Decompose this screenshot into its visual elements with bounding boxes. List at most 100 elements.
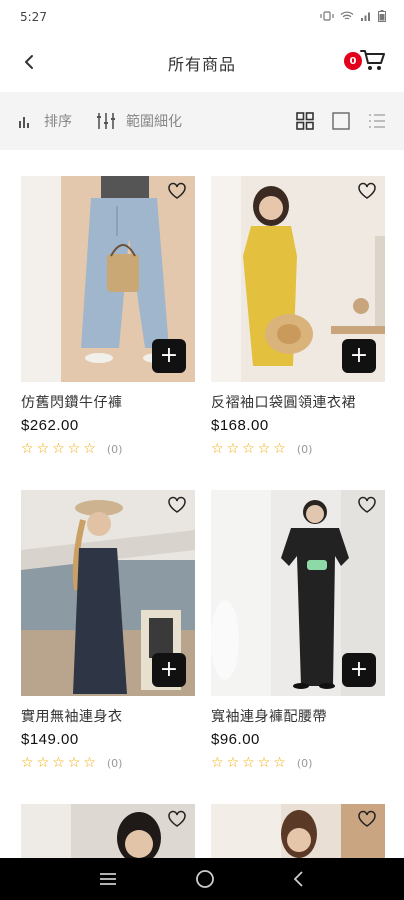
favorite-button[interactable] [167,496,189,518]
add-to-cart-button[interactable]: + [342,653,376,687]
heart-icon [358,810,376,827]
circle-icon [196,870,214,888]
product-card[interactable]: + 反褶袖口袋圓領連衣裙 $168.00 ☆ ☆ ☆ ☆ ☆ (0) [211,176,385,456]
product-price: $149.00 [21,731,79,748]
system-nav-bar [0,858,404,900]
plus-icon: + [159,343,179,368]
review-count: (0) [106,442,123,456]
recent-apps-button[interactable] [98,871,118,887]
product-image[interactable] [211,804,385,860]
product-image[interactable]: + [21,490,195,696]
app-header: 所有商品 0 [0,34,404,92]
add-to-cart-button[interactable]: + [152,339,186,373]
product-name[interactable]: 寬袖連身褲配腰帶 [211,706,385,726]
sort-label: 排序 [44,114,72,130]
heart-icon [168,496,186,513]
favorite-button[interactable] [357,182,379,204]
square-icon [332,112,350,130]
product-card[interactable] [21,804,195,860]
star-icon: ☆ [242,755,255,771]
plus-icon: + [159,657,179,682]
chevron-left-icon [25,55,33,69]
status-bar: 5:27 [0,0,404,34]
add-to-cart-button[interactable]: + [152,653,186,687]
star-icon: ☆ [273,755,286,771]
product-card[interactable]: + 寬袖連身褲配腰帶 $96.00 ☆ ☆ ☆ ☆ ☆ (0) [211,490,385,770]
favorite-button[interactable] [357,810,379,832]
product-image[interactable] [21,804,195,860]
star-icon: ☆ [211,755,224,771]
review-count: (0) [296,442,313,456]
menu-icon [100,873,117,885]
star-icon: ☆ [36,755,50,771]
star-icon: ☆ [257,441,271,457]
star-icon: ☆ [21,441,34,457]
favorite-button[interactable] [357,496,379,518]
product-card[interactable]: + 實用無袖連身衣 $149.00 ☆ ☆ ☆ ☆ ☆ (0) [21,490,195,770]
grid-icon [296,112,314,130]
star-icon: ☆ [83,441,96,457]
bar-chart-icon [18,113,34,129]
chevron-left-icon [293,871,303,887]
star-icon: ☆ [242,441,255,457]
signal-icon [360,11,372,24]
product-card[interactable]: + 仿舊閃鑽牛仔褲 $262.00 ☆ ☆ ☆ ☆ ☆ (0) [21,176,195,456]
product-card[interactable] [211,804,385,860]
product-rating: ☆ ☆ ☆ ☆ ☆ (0) [21,442,195,456]
product-name[interactable]: 反褶袖口袋圓領連衣裙 [211,392,385,412]
heart-icon [358,182,376,199]
product-image[interactable]: + [211,490,385,696]
star-icon: ☆ [83,755,96,771]
product-name[interactable]: 仿舊閃鑽牛仔褲 [21,392,195,412]
back-button[interactable] [16,48,44,76]
star-icon: ☆ [226,441,240,457]
toolbar: 排序 範圍細化 [0,92,404,150]
star-icon: ☆ [273,441,286,457]
product-price: $96.00 [211,731,260,748]
review-count: (0) [106,756,123,770]
heart-icon [358,496,376,513]
product-price: $262.00 [21,417,79,434]
star-icon: ☆ [67,441,81,457]
status-icons [320,9,386,25]
system-back-button[interactable] [292,870,306,888]
wifi-icon [340,11,354,24]
filter-label: 範圍細化 [126,114,182,130]
star-icon: ☆ [21,755,34,771]
page-title: 所有商品 [167,55,236,74]
star-icon: ☆ [52,755,65,771]
favorite-button[interactable] [167,810,189,832]
list-view-button[interactable] [368,113,386,129]
product-rating: ☆ ☆ ☆ ☆ ☆ (0) [21,756,195,770]
product-rating: ☆ ☆ ☆ ☆ ☆ (0) [211,442,385,456]
product-name[interactable]: 實用無袖連身衣 [21,706,195,726]
plus-icon: + [349,657,369,682]
star-icon: ☆ [211,441,224,457]
product-image[interactable]: + [211,176,385,382]
sliders-icon [97,113,115,129]
review-count: (0) [296,756,313,770]
product-rating: ☆ ☆ ☆ ☆ ☆ (0) [211,756,385,770]
vibrate-icon [320,10,334,24]
star-icon: ☆ [226,755,240,771]
cart-button[interactable]: 0 [344,48,388,76]
list-icon [369,114,385,128]
star-icon: ☆ [257,755,271,771]
star-icon: ☆ [36,441,50,457]
star-icon: ☆ [67,755,81,771]
product-image[interactable]: + [21,176,195,382]
favorite-button[interactable] [167,182,189,204]
single-view-button[interactable] [332,112,350,130]
filter-button[interactable]: 範圍細化 [96,111,182,131]
sort-button[interactable]: 排序 [18,111,72,131]
grid-view-button[interactable] [296,112,314,130]
view-toggles [296,112,386,130]
cart-badge: 0 [344,52,362,70]
cart-icon [360,50,385,70]
battery-icon [378,9,386,25]
heart-icon [168,810,186,827]
add-to-cart-button[interactable]: + [342,339,376,373]
plus-icon: + [349,343,369,368]
home-button[interactable] [195,869,215,889]
status-time: 5:27 [20,10,47,24]
